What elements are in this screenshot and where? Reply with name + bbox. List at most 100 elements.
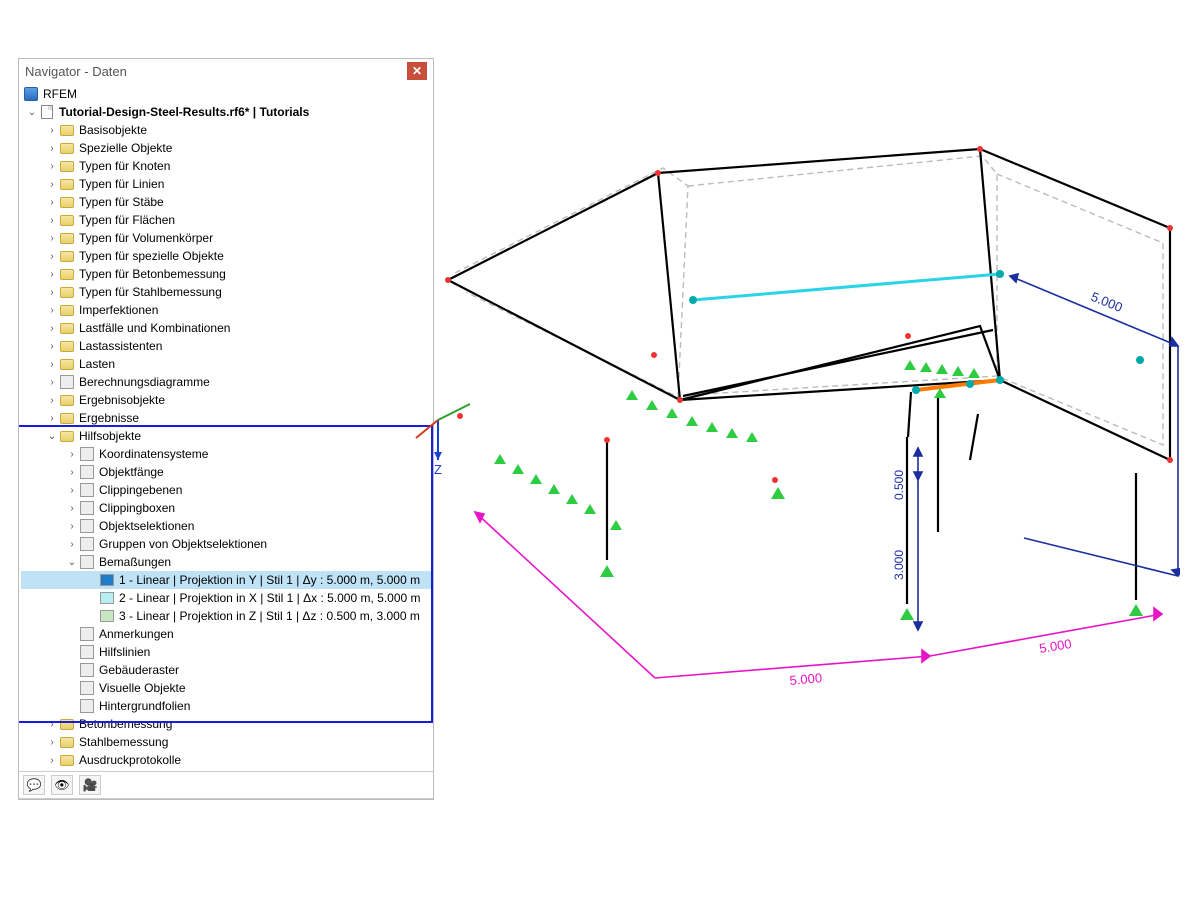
tree-label: Ergebnisobjekte xyxy=(79,393,165,407)
tree-label: Lastassistenten xyxy=(79,339,162,353)
axis-z-label: Z xyxy=(434,462,442,477)
expand-icon[interactable]: › xyxy=(45,143,59,154)
eye-icon: 👁 xyxy=(54,778,69,792)
expand-icon[interactable]: › xyxy=(45,737,59,748)
tree-label: RFEM xyxy=(43,87,77,101)
tree-label: Typen für Volumenkörper xyxy=(79,231,213,245)
expand-icon[interactable]: › xyxy=(45,395,59,406)
expand-icon[interactable]: › xyxy=(45,125,59,136)
expand-icon[interactable]: › xyxy=(65,539,79,550)
folder-icon xyxy=(59,159,75,173)
toolbar-eye-button[interactable]: 👁 xyxy=(51,775,73,795)
item-icon xyxy=(79,699,95,713)
expand-icon[interactable]: › xyxy=(45,755,59,766)
expand-icon[interactable]: › xyxy=(45,179,59,190)
tree-label: Clippingboxen xyxy=(99,501,175,515)
item-icon xyxy=(79,447,95,461)
tree-label: Typen für Stahlbemessung xyxy=(79,285,222,299)
tree-label: Ergebnisse xyxy=(79,411,139,425)
document-icon xyxy=(39,105,55,119)
expand-icon[interactable]: › xyxy=(65,521,79,532)
tree-label: Gebäuderaster xyxy=(99,663,179,677)
tree-label: Visuelle Objekte xyxy=(99,681,186,695)
tree-label: Typen für Linien xyxy=(79,177,164,191)
expand-icon[interactable]: › xyxy=(45,341,59,352)
color-swatch xyxy=(99,573,115,587)
tree-label: Typen für Knoten xyxy=(79,159,170,173)
dim-label: 5.000 xyxy=(1038,636,1072,656)
toolbar-comment-button[interactable]: 💬 xyxy=(23,775,45,795)
expand-icon[interactable]: › xyxy=(45,233,59,244)
item-icon xyxy=(79,681,95,695)
item-icon xyxy=(79,645,95,659)
tree-label: Typen für Flächen xyxy=(79,213,175,227)
expand-icon[interactable]: ⌄ xyxy=(25,107,39,118)
folder-icon xyxy=(59,195,75,209)
expand-icon[interactable]: › xyxy=(45,413,59,424)
tree-label: Hintergrundfolien xyxy=(99,699,190,713)
panel-toolbar: 💬 👁 🎥 xyxy=(19,771,433,799)
tree-label: Typen für spezielle Objekte xyxy=(79,249,224,263)
folder-icon xyxy=(59,753,75,767)
comment-icon: 💬 xyxy=(27,778,42,792)
tree-label: Anmerkungen xyxy=(99,627,174,641)
item-icon xyxy=(79,537,95,551)
folder-icon xyxy=(59,357,75,371)
folder-icon xyxy=(59,717,75,731)
color-swatch xyxy=(99,609,115,623)
expand-icon[interactable]: › xyxy=(45,305,59,316)
dim-label: 3.000 xyxy=(892,550,906,580)
folder-icon xyxy=(59,123,75,137)
folder-icon xyxy=(59,393,75,407)
expand-icon[interactable]: › xyxy=(45,359,59,370)
expand-icon[interactable]: ⌄ xyxy=(45,431,59,442)
expand-icon[interactable]: › xyxy=(65,449,79,460)
folder-icon xyxy=(59,231,75,245)
dimension-icon xyxy=(79,555,95,569)
folder-icon xyxy=(59,267,75,281)
expand-icon[interactable]: › xyxy=(45,377,59,388)
tree-label: Objektfänge xyxy=(99,465,164,479)
tree-label: Betonbemessung xyxy=(79,717,172,731)
tree-label: Spezielle Objekte xyxy=(79,141,172,155)
expand-icon[interactable]: › xyxy=(45,215,59,226)
tree-label: Clippingebenen xyxy=(99,483,182,497)
tree-label: Tutorial-Design-Steel-Results.rf6* | Tut… xyxy=(59,105,309,119)
tree-label: Stahlbemessung xyxy=(79,735,168,749)
expand-icon[interactable]: › xyxy=(65,485,79,496)
folder-icon xyxy=(59,735,75,749)
folder-icon xyxy=(59,177,75,191)
viewport[interactable]: 5.000 5.000 0.500 3.000 5.000 5.000 xyxy=(300,60,1180,760)
expand-icon[interactable]: › xyxy=(45,269,59,280)
folder-icon xyxy=(59,285,75,299)
expand-icon[interactable]: › xyxy=(45,287,59,298)
item-icon xyxy=(79,483,95,497)
tree-label: Typen für Stäbe xyxy=(79,195,164,209)
tree-label: Hilfsobjekte xyxy=(79,429,141,443)
app-icon xyxy=(23,87,39,101)
item-icon xyxy=(79,663,95,677)
expand-icon[interactable]: › xyxy=(65,467,79,478)
folder-icon xyxy=(59,303,75,317)
toolbar-camera-button[interactable]: 🎥 xyxy=(79,775,101,795)
item-icon xyxy=(59,375,75,389)
item-icon xyxy=(79,501,95,515)
dim-label: 0.500 xyxy=(892,470,906,500)
expand-icon[interactable]: › xyxy=(45,323,59,334)
expand-icon[interactable]: › xyxy=(45,161,59,172)
tree-label: Objektselektionen xyxy=(99,519,194,533)
tree-label: Berechnungsdiagramme xyxy=(79,375,210,389)
folder-icon xyxy=(59,249,75,263)
expand-icon[interactable]: › xyxy=(45,251,59,262)
expand-icon[interactable]: › xyxy=(65,503,79,514)
expand-icon[interactable]: › xyxy=(45,197,59,208)
tree-label: Ausdruckprotokolle xyxy=(79,753,181,767)
camera-icon: 🎥 xyxy=(83,778,98,792)
folder-icon xyxy=(59,321,75,335)
tree-label: Basisobjekte xyxy=(79,123,147,137)
expand-icon[interactable]: ⌄ xyxy=(65,557,79,568)
tree-label: Hilfslinien xyxy=(99,645,150,659)
item-icon xyxy=(79,627,95,641)
folder-icon xyxy=(59,411,75,425)
expand-icon[interactable]: › xyxy=(45,719,59,730)
